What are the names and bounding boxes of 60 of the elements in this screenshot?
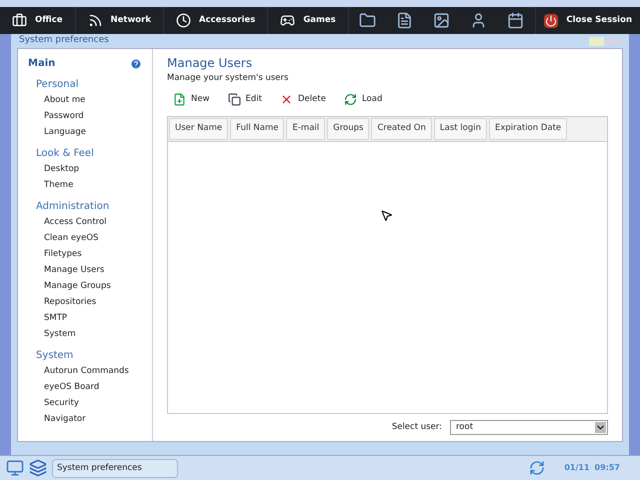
page-title: Manage Users	[167, 56, 254, 71]
refresh-icon	[344, 93, 357, 106]
document-icon	[396, 12, 413, 29]
folder-icon	[358, 12, 376, 29]
new-file-icon	[173, 93, 186, 106]
section-title: Personal	[35, 78, 80, 92]
gamepad-icon	[280, 13, 296, 28]
window-title: System preferences	[19, 34, 109, 48]
sidebar-item[interactable]: SMTP	[28, 310, 142, 326]
task-button[interactable]: System preferences	[52, 458, 178, 478]
image-icon	[432, 12, 450, 29]
sidebar-item[interactable]: System	[28, 326, 142, 342]
column-header[interactable]: Expiration Date	[489, 118, 568, 140]
rss-icon	[88, 13, 103, 28]
toolbar-button[interactable]: New	[173, 93, 210, 106]
delete-icon	[280, 93, 294, 106]
sidebar-item[interactable]: Theme	[28, 177, 142, 193]
section-title: System	[35, 349, 74, 363]
sidebar-item[interactable]: Autorun Commands	[28, 363, 142, 379]
toolbar-button[interactable]: Delete	[280, 93, 326, 106]
help-icon[interactable]	[130, 58, 142, 70]
sidebar-title: Main	[28, 57, 56, 71]
sidebar-item[interactable]: Desktop	[28, 161, 142, 177]
time-label: 09:57	[594, 462, 620, 474]
sidebar-item[interactable]: Access Control	[28, 214, 142, 230]
windows-icon[interactable]	[29, 459, 47, 477]
sidebar-item[interactable]: Password	[28, 108, 142, 124]
calendar-icon	[506, 12, 524, 29]
power-icon	[544, 14, 558, 28]
mouse-pointer-icon	[380, 208, 393, 222]
sidebar-item[interactable]: Security	[28, 395, 142, 411]
dropdown-icon	[595, 422, 606, 433]
toolbar-button[interactable]: Load	[344, 93, 382, 106]
sidebar-item[interactable]: Repositories	[28, 294, 142, 310]
refresh-icon[interactable]	[529, 460, 546, 476]
briefcase-icon	[12, 13, 27, 28]
sidebar-item[interactable]: eyeOS Board	[28, 379, 142, 395]
copy-icon	[228, 93, 241, 106]
section-title: Administration	[35, 200, 110, 214]
sidebar-item[interactable]: About me	[28, 92, 142, 108]
clock-icon	[176, 13, 191, 28]
toolbar-button[interactable]: Edit	[228, 93, 262, 106]
sidebar-item[interactable]: Language	[28, 124, 142, 140]
column-header[interactable]: Groups	[327, 118, 370, 140]
column-header[interactable]: Created On	[371, 118, 432, 140]
section-title: Look & Feel	[35, 147, 95, 161]
user-select[interactable]: root	[450, 420, 608, 435]
sidebar-item[interactable]: Filetypes	[28, 246, 142, 262]
column-header[interactable]: E-mail	[286, 118, 326, 140]
sidebar-item[interactable]: Manage Groups	[28, 278, 142, 294]
select-user-label: Select user:	[392, 421, 442, 434]
sidebar-item[interactable]: Manage Users	[28, 262, 142, 278]
column-header[interactable]: Full Name	[230, 118, 284, 140]
desktop-icon[interactable]	[6, 459, 24, 477]
sidebar-item[interactable]: Navigator	[28, 411, 142, 427]
page-subtitle: Manage your system's users	[167, 72, 290, 85]
date-label: 01/11	[564, 462, 590, 474]
column-header[interactable]: User Name	[169, 118, 228, 140]
column-header[interactable]: Last login	[434, 118, 487, 140]
sidebar-item[interactable]: Clean eyeOS	[28, 230, 142, 246]
